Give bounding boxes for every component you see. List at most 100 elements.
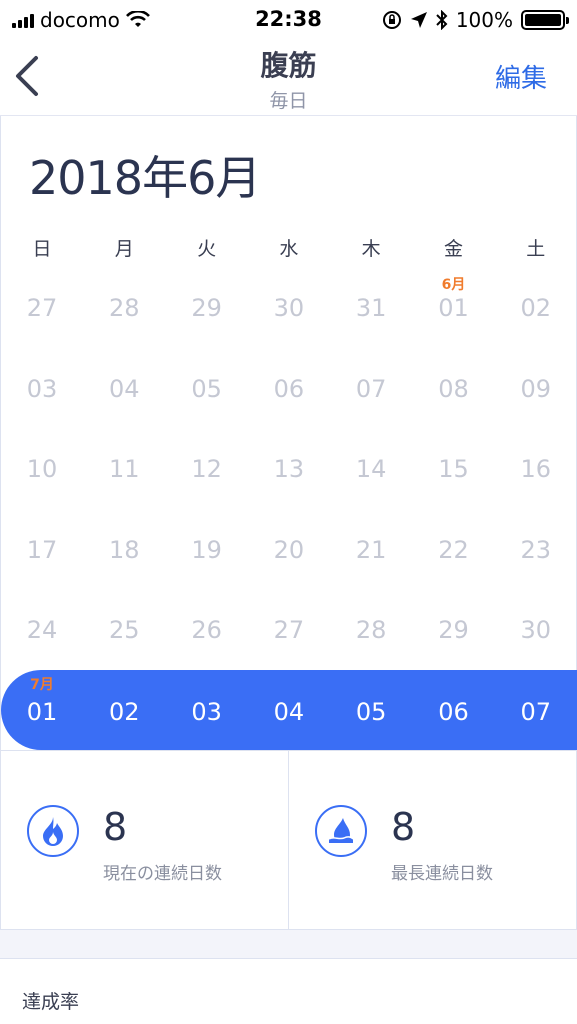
calendar-day-current[interactable]: 7月 01 xyxy=(1,670,83,750)
day-number: 25 xyxy=(109,616,140,644)
longest-streak-value: 8 xyxy=(391,805,416,849)
day-number: 06 xyxy=(273,374,305,403)
day-number: 03 xyxy=(26,374,58,403)
calendar-day[interactable]: 30 xyxy=(248,280,330,340)
flame-icon xyxy=(27,805,79,857)
day-number: 26 xyxy=(191,616,222,644)
day-number: 11 xyxy=(109,455,140,483)
weekday-label: 火 xyxy=(197,238,217,260)
calendar-day[interactable]: 09 xyxy=(495,361,577,421)
location-icon xyxy=(410,12,427,28)
calendar: 2018年6月 日月火水木金土 27 28 29 30 31 6月 01 02 03 04 05 06… xyxy=(0,116,577,750)
day-number: 22 xyxy=(438,535,469,564)
calendar-day[interactable]: 11 xyxy=(83,441,165,501)
calendar-day[interactable]: 15 xyxy=(413,441,495,501)
calendar-day-current[interactable]: 05 xyxy=(330,670,412,750)
achievement-rate-section: 達成率 xyxy=(0,958,577,1024)
calendar-day-current[interactable]: 07 xyxy=(495,670,577,750)
day-number: 12 xyxy=(191,455,222,483)
section-divider xyxy=(0,930,577,958)
calendar-day[interactable]: 22 xyxy=(413,522,495,582)
day-number: 14 xyxy=(355,455,387,483)
calendar-day-current[interactable]: 02 xyxy=(83,670,165,750)
day-number: 05 xyxy=(191,374,222,403)
calendar-day-current[interactable]: 03 xyxy=(166,670,248,750)
day-number: 27 xyxy=(26,294,58,322)
day-number: 28 xyxy=(355,616,387,644)
day-number: 17 xyxy=(26,535,58,564)
weekday-label: 土 xyxy=(526,238,546,260)
bluetooth-icon xyxy=(436,10,448,30)
calendar-day[interactable]: 04 xyxy=(83,361,165,421)
calendar-day[interactable]: 07 xyxy=(330,361,412,421)
day-number: 18 xyxy=(109,535,140,564)
day-number: 19 xyxy=(191,535,222,564)
day-number: 03 xyxy=(191,698,222,726)
month-title: 2018年6月 xyxy=(29,151,261,205)
day-number: 23 xyxy=(520,535,552,564)
calendar-day[interactable]: 24 xyxy=(1,602,83,662)
longest-streak-label: 最長連続日数 xyxy=(391,864,493,884)
day-number: 24 xyxy=(26,616,58,644)
day-number: 13 xyxy=(273,455,305,483)
day-number: 01 xyxy=(438,294,469,322)
calendar-day-current[interactable]: 04 xyxy=(248,670,330,750)
edit-button[interactable]: 編集 xyxy=(495,58,547,95)
day-number: 07 xyxy=(520,698,552,726)
weekday-label: 木 xyxy=(361,238,381,260)
day-number: 02 xyxy=(520,294,552,322)
calendar-day[interactable]: 23 xyxy=(495,522,577,582)
calendar-day[interactable]: 14 xyxy=(330,441,412,501)
calendar-day[interactable]: 27 xyxy=(1,280,83,340)
calendar-day[interactable]: 25 xyxy=(83,602,165,662)
day-number: 20 xyxy=(273,535,305,564)
calendar-day[interactable]: 6月 01 xyxy=(413,277,495,340)
achievement-rate-title: 達成率 xyxy=(22,991,80,1013)
weekday-label: 金 xyxy=(443,238,463,260)
day-number: 06 xyxy=(438,698,469,726)
calendar-day[interactable]: 03 xyxy=(1,361,83,421)
drop-icon xyxy=(315,805,367,857)
calendar-day[interactable]: 27 xyxy=(248,602,330,662)
calendar-day[interactable]: 28 xyxy=(83,280,165,340)
calendar-day[interactable]: 29 xyxy=(413,602,495,662)
battery-icon xyxy=(521,10,569,30)
calendar-day[interactable]: 02 xyxy=(495,280,577,340)
day-number: 02 xyxy=(109,698,140,726)
nav-bar: 腹筋 毎日 編集 xyxy=(0,38,577,116)
calendar-day[interactable]: 16 xyxy=(495,441,577,501)
calendar-day[interactable]: 06 xyxy=(248,361,330,421)
day-number: 30 xyxy=(273,294,305,322)
calendar-day-current[interactable]: 06 xyxy=(413,670,495,750)
day-number: 16 xyxy=(520,455,552,483)
day-number: 28 xyxy=(109,294,140,322)
calendar-day[interactable]: 20 xyxy=(248,522,330,582)
day-number: 15 xyxy=(438,455,469,483)
day-number: 30 xyxy=(520,616,552,644)
calendar-day[interactable]: 10 xyxy=(1,441,83,501)
calendar-day[interactable]: 13 xyxy=(248,441,330,501)
rotation-lock-icon xyxy=(382,11,401,29)
calendar-day[interactable]: 19 xyxy=(166,522,248,582)
current-streak-label: 現在の連続日数 xyxy=(103,864,222,884)
day-number: 10 xyxy=(26,455,58,483)
battery-percent: 100% xyxy=(455,8,513,32)
calendar-day[interactable]: 08 xyxy=(413,361,495,421)
day-number: 01 xyxy=(26,698,58,726)
calendar-day[interactable]: 26 xyxy=(166,602,248,662)
day-number: 21 xyxy=(355,535,387,564)
calendar-day[interactable]: 21 xyxy=(330,522,412,582)
calendar-day[interactable]: 30 xyxy=(495,602,577,662)
weekday-label: 日 xyxy=(32,238,52,260)
calendar-day[interactable]: 28 xyxy=(330,602,412,662)
calendar-day[interactable]: 18 xyxy=(83,522,165,582)
status-bar: docomo 22:38 100% xyxy=(0,0,577,38)
streak-stats: 8 現在の連続日数 8 最長連続日数 xyxy=(0,750,577,930)
calendar-day[interactable]: 17 xyxy=(1,522,83,582)
calendar-day[interactable]: 05 xyxy=(166,361,248,421)
calendar-day[interactable]: 29 xyxy=(166,280,248,340)
day-number: 29 xyxy=(191,294,222,322)
day-number: 09 xyxy=(520,374,552,403)
calendar-day[interactable]: 12 xyxy=(166,441,248,501)
calendar-day[interactable]: 31 xyxy=(330,280,412,340)
